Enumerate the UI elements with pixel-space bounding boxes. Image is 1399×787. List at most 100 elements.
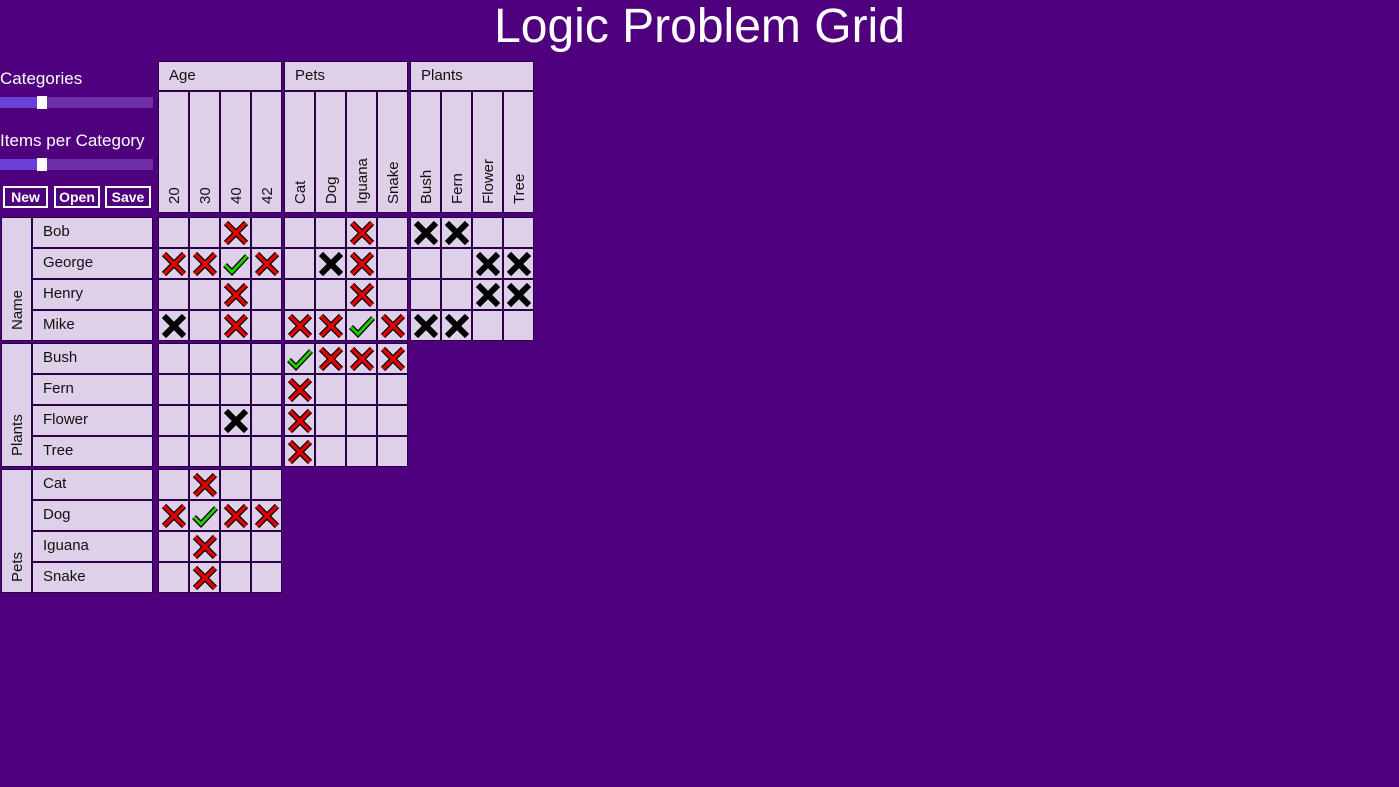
grid-cell-bush-30[interactable]: [189, 343, 220, 374]
grid-cell-bush-snake[interactable]: [377, 343, 408, 374]
grid-cell-mike-42[interactable]: [251, 310, 282, 341]
grid-cell-henry-bush[interactable]: [410, 279, 441, 310]
grid-cell-iguana-30[interactable]: [189, 531, 220, 562]
grid-cell-tree-iguana[interactable]: [346, 436, 377, 467]
grid-cell-bob-snake[interactable]: [377, 217, 408, 248]
grid-cell-iguana-40[interactable]: [220, 531, 251, 562]
categories-slider-thumb[interactable]: [37, 96, 48, 109]
grid-cell-henry-20[interactable]: [158, 279, 189, 310]
grid-cell-fern-cat[interactable]: [284, 374, 315, 405]
grid-cell-bush-20[interactable]: [158, 343, 189, 374]
grid-cell-bob-bush[interactable]: [410, 217, 441, 248]
grid-cell-snake-42[interactable]: [251, 562, 282, 593]
grid-cell-fern-20[interactable]: [158, 374, 189, 405]
grid-cell-flower-40[interactable]: [220, 405, 251, 436]
grid-cell-mike-20[interactable]: [158, 310, 189, 341]
grid-cell-tree-42[interactable]: [251, 436, 282, 467]
grid-cell-mike-30[interactable]: [189, 310, 220, 341]
grid-cell-tree-30[interactable]: [189, 436, 220, 467]
grid-cell-mike-40[interactable]: [220, 310, 251, 341]
grid-cell-bush-iguana[interactable]: [346, 343, 377, 374]
grid-cell-fern-40[interactable]: [220, 374, 251, 405]
grid-cell-bob-20[interactable]: [158, 217, 189, 248]
items-per-category-slider[interactable]: [0, 158, 153, 171]
grid-cell-fern-snake[interactable]: [377, 374, 408, 405]
grid-cell-snake-20[interactable]: [158, 562, 189, 593]
grid-cell-bob-fern[interactable]: [441, 217, 472, 248]
grid-cell-tree-dog[interactable]: [315, 436, 346, 467]
grid-cell-george-flower[interactable]: [472, 248, 503, 279]
grid-cell-snake-40[interactable]: [220, 562, 251, 593]
grid-cell-bob-tree[interactable]: [503, 217, 534, 248]
grid-cell-mike-snake[interactable]: [377, 310, 408, 341]
grid-cell-cat-40[interactable]: [220, 469, 251, 500]
grid-cell-mike-flower[interactable]: [472, 310, 503, 341]
grid-cell-cat-30[interactable]: [189, 469, 220, 500]
grid-cell-henry-snake[interactable]: [377, 279, 408, 310]
grid-cell-george-iguana[interactable]: [346, 248, 377, 279]
grid-cell-cat-20[interactable]: [158, 469, 189, 500]
grid-cell-flower-cat[interactable]: [284, 405, 315, 436]
grid-cell-iguana-42[interactable]: [251, 531, 282, 562]
grid-cell-flower-42[interactable]: [251, 405, 282, 436]
grid-cell-bob-30[interactable]: [189, 217, 220, 248]
grid-cell-fern-iguana[interactable]: [346, 374, 377, 405]
grid-cell-snake-30[interactable]: [189, 562, 220, 593]
grid-cell-flower-iguana[interactable]: [346, 405, 377, 436]
grid-cell-george-snake[interactable]: [377, 248, 408, 279]
grid-cell-george-20[interactable]: [158, 248, 189, 279]
grid-cell-mike-iguana[interactable]: [346, 310, 377, 341]
grid-cell-tree-snake[interactable]: [377, 436, 408, 467]
grid-cell-flower-20[interactable]: [158, 405, 189, 436]
grid-cell-george-cat[interactable]: [284, 248, 315, 279]
new-button[interactable]: New: [3, 186, 48, 208]
grid-cell-tree-20[interactable]: [158, 436, 189, 467]
grid-cell-bush-cat[interactable]: [284, 343, 315, 374]
grid-cell-mike-tree[interactable]: [503, 310, 534, 341]
grid-cell-cat-42[interactable]: [251, 469, 282, 500]
grid-cell-fern-30[interactable]: [189, 374, 220, 405]
grid-cell-george-30[interactable]: [189, 248, 220, 279]
grid-cell-bush-40[interactable]: [220, 343, 251, 374]
grid-cell-dog-40[interactable]: [220, 500, 251, 531]
grid-cell-bob-iguana[interactable]: [346, 217, 377, 248]
grid-cell-iguana-20[interactable]: [158, 531, 189, 562]
grid-cell-george-fern[interactable]: [441, 248, 472, 279]
grid-cell-bush-dog[interactable]: [315, 343, 346, 374]
grid-cell-bob-42[interactable]: [251, 217, 282, 248]
grid-cell-george-bush[interactable]: [410, 248, 441, 279]
grid-cell-henry-flower[interactable]: [472, 279, 503, 310]
grid-cell-dog-20[interactable]: [158, 500, 189, 531]
grid-cell-henry-30[interactable]: [189, 279, 220, 310]
grid-cell-tree-40[interactable]: [220, 436, 251, 467]
grid-cell-george-42[interactable]: [251, 248, 282, 279]
grid-cell-dog-42[interactable]: [251, 500, 282, 531]
open-button[interactable]: Open: [54, 186, 100, 208]
grid-cell-bob-dog[interactable]: [315, 217, 346, 248]
grid-cell-mike-cat[interactable]: [284, 310, 315, 341]
grid-cell-flower-dog[interactable]: [315, 405, 346, 436]
grid-cell-henry-cat[interactable]: [284, 279, 315, 310]
grid-cell-george-tree[interactable]: [503, 248, 534, 279]
grid-cell-henry-40[interactable]: [220, 279, 251, 310]
grid-cell-george-40[interactable]: [220, 248, 251, 279]
grid-cell-henry-fern[interactable]: [441, 279, 472, 310]
grid-cell-dog-30[interactable]: [189, 500, 220, 531]
grid-cell-bush-42[interactable]: [251, 343, 282, 374]
grid-cell-mike-fern[interactable]: [441, 310, 472, 341]
grid-cell-henry-42[interactable]: [251, 279, 282, 310]
grid-cell-henry-tree[interactable]: [503, 279, 534, 310]
grid-cell-fern-dog[interactable]: [315, 374, 346, 405]
grid-cell-mike-dog[interactable]: [315, 310, 346, 341]
grid-cell-flower-snake[interactable]: [377, 405, 408, 436]
grid-cell-tree-cat[interactable]: [284, 436, 315, 467]
items-slider-thumb[interactable]: [37, 158, 48, 171]
grid-cell-bob-40[interactable]: [220, 217, 251, 248]
grid-cell-bob-cat[interactable]: [284, 217, 315, 248]
grid-cell-fern-42[interactable]: [251, 374, 282, 405]
grid-cell-henry-dog[interactable]: [315, 279, 346, 310]
save-button[interactable]: Save: [105, 186, 151, 208]
grid-cell-henry-iguana[interactable]: [346, 279, 377, 310]
grid-cell-george-dog[interactable]: [315, 248, 346, 279]
grid-cell-bob-flower[interactable]: [472, 217, 503, 248]
